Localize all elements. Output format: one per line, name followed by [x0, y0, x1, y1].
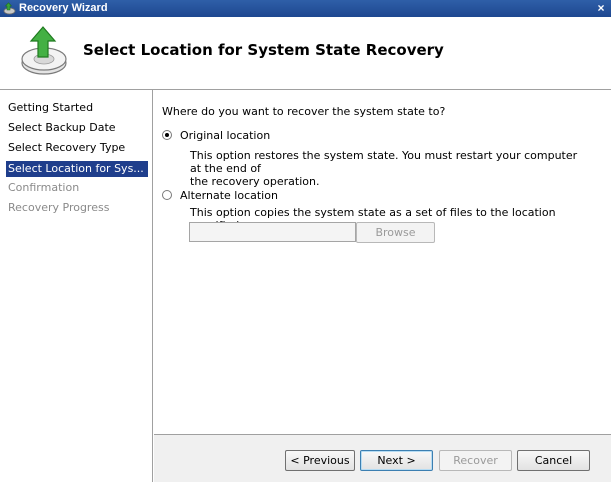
step-confirmation: Confirmation	[8, 181, 80, 194]
wizard-steps-sidebar: Getting Started Select Backup Date Selec…	[0, 90, 153, 482]
recover-button[interactable]: Recover	[439, 450, 512, 471]
browse-button[interactable]: Browse	[356, 222, 435, 243]
window-title: Recovery Wizard	[19, 2, 108, 14]
title-bar[interactable]: Recovery Wizard ×	[0, 0, 611, 17]
wizard-header: Select Location for System State Recover…	[0, 17, 611, 89]
alternate-location-radio[interactable]	[162, 190, 172, 200]
step-select-backup-date[interactable]: Select Backup Date	[6, 120, 148, 136]
alternate-path-input[interactable]	[189, 222, 356, 242]
next-button[interactable]: Next >	[360, 450, 433, 471]
original-desc-line2: the recovery operation.	[190, 175, 320, 188]
cancel-button[interactable]: Cancel	[517, 450, 590, 471]
close-button[interactable]: ×	[594, 1, 608, 15]
recovery-wizard-icon	[21, 26, 67, 75]
step-getting-started[interactable]: Getting Started	[6, 100, 148, 116]
wizard-footer: < Previous Next > Recover Cancel	[154, 435, 611, 482]
recovery-wizard-window: Recovery Wizard × Select Location for Sy…	[0, 0, 611, 482]
step-select-recovery-type[interactable]: Select Recovery Type	[6, 140, 148, 156]
wizard-content: Where do you want to recover the system …	[154, 90, 611, 434]
original-desc-line1: This option restores the system state. Y…	[190, 149, 578, 175]
step-recovery-progress: Recovery Progress	[8, 201, 110, 214]
location-question: Where do you want to recover the system …	[162, 105, 446, 118]
original-location-description: This option restores the system state. Y…	[190, 149, 590, 188]
recovery-wizard-icon	[3, 2, 16, 15]
original-location-label[interactable]: Original location	[180, 129, 270, 142]
alternate-location-label[interactable]: Alternate location	[180, 189, 278, 202]
step-select-location[interactable]: Select Location for Sys...	[6, 161, 148, 177]
original-location-radio[interactable]	[162, 130, 172, 140]
previous-button[interactable]: < Previous	[285, 450, 355, 471]
page-title: Select Location for System State Recover…	[83, 41, 444, 59]
